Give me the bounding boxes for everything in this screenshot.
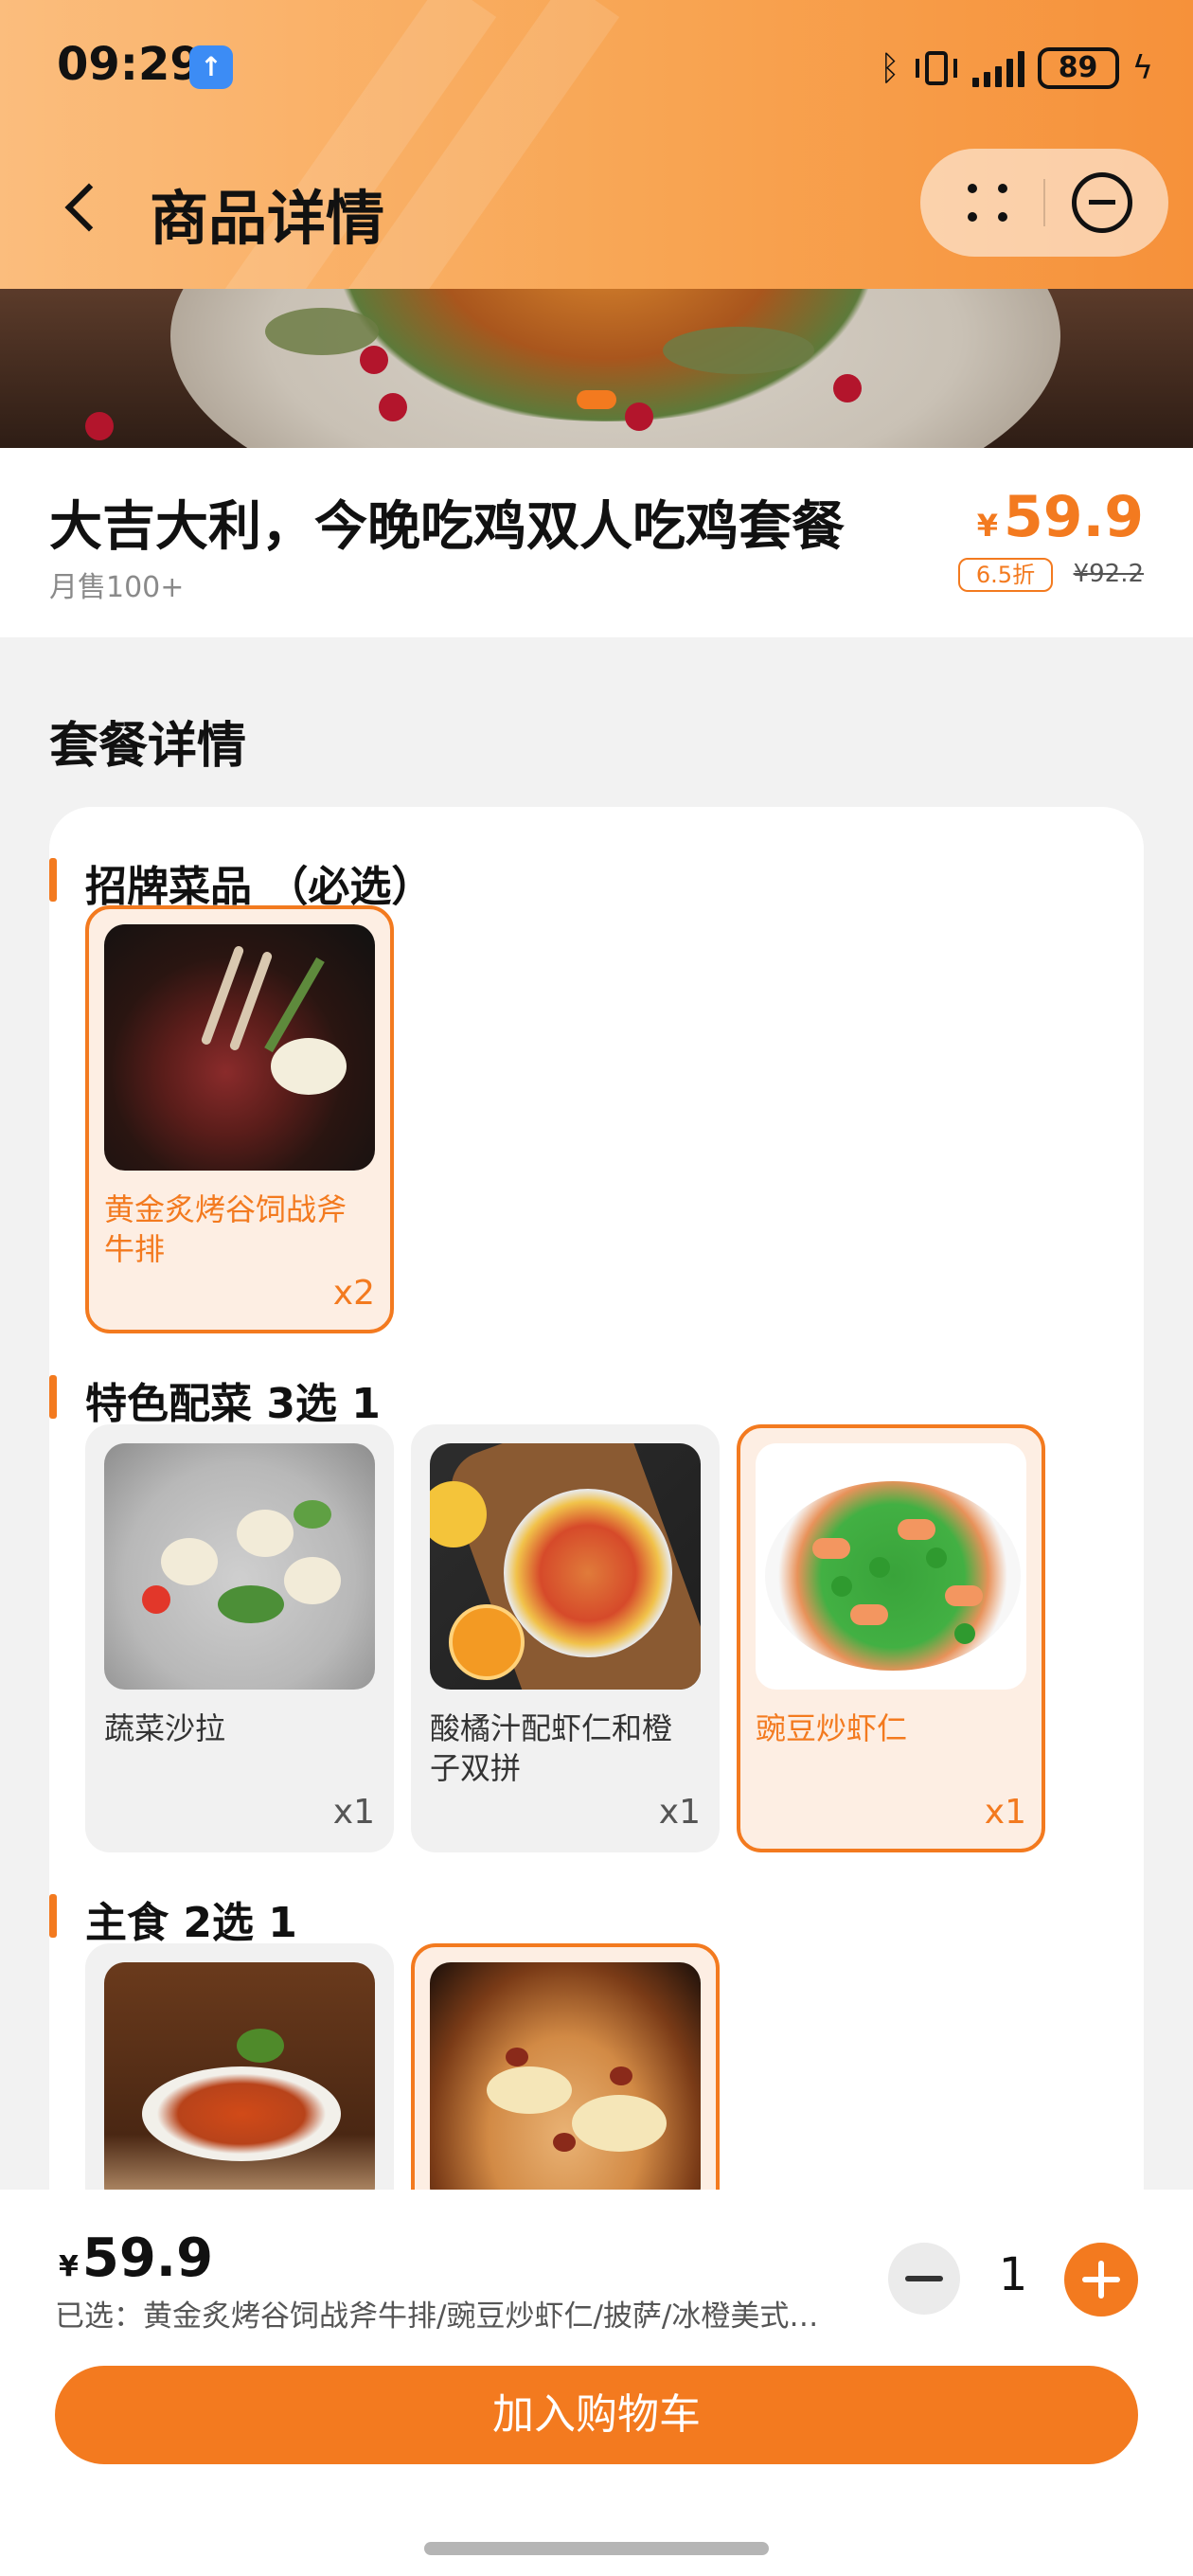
more-dots-icon[interactable] xyxy=(968,184,1009,222)
home-indicator[interactable] xyxy=(424,2542,769,2555)
quantity-value: 1 xyxy=(998,2248,1028,2301)
package-section-title: 套餐详情 xyxy=(49,718,247,775)
discount-badge: 6.5折 xyxy=(958,558,1053,592)
signal-icon xyxy=(971,49,1024,87)
package-item-ceviche[interactable]: 酸橘汁配虾仁和橙子双拼 x1 xyxy=(411,1424,720,1852)
item-qty: x1 xyxy=(658,1793,701,1832)
package-item-pea-shrimp[interactable]: 豌豆炒虾仁 x1 xyxy=(737,1424,1045,1852)
add-to-cart-button[interactable]: 加入购物车 xyxy=(55,2366,1138,2464)
product-info: 大吉大利，今晚吃鸡双人吃鸡套餐 月售100+ ¥59.9 6.5折 ¥92.2 xyxy=(0,448,1193,637)
item-name: 蔬菜沙拉 xyxy=(104,1710,226,1746)
pasta-image xyxy=(104,1962,375,2209)
status-bar: 09:29 ↑ ᛒ 89 ϟ xyxy=(0,0,1193,133)
decrease-quantity-button[interactable] xyxy=(888,2243,960,2315)
hero-berry xyxy=(833,374,862,402)
product-price: ¥59.9 xyxy=(977,484,1144,550)
total-price-value: 59.9 xyxy=(81,2227,214,2289)
status-icons: ᛒ 89 ϟ xyxy=(880,42,1153,95)
item-qty: x2 xyxy=(332,1274,375,1313)
product-name: 大吉大利，今晚吃鸡双人吃鸡套餐 xyxy=(49,496,845,558)
hero-herb xyxy=(663,327,814,374)
pea-shrimp-image xyxy=(756,1443,1026,1690)
hero-berry xyxy=(360,346,388,374)
package-item-steak[interactable]: 黄金炙烤谷饲战斧牛排 x2 xyxy=(85,905,394,1333)
package-card: 招牌菜品 （必选） 黄金炙烤谷饲战斧牛排 x2 特色配菜 3选 1 蔬菜沙拉 x… xyxy=(48,807,1144,2371)
carousel-indicator xyxy=(577,390,616,409)
page-title: 商品详情 xyxy=(150,184,385,253)
ceviche-image xyxy=(430,1443,701,1690)
group-title-sides: 特色配菜 3选 1 xyxy=(49,1369,381,1430)
package-item-salad[interactable]: 蔬菜沙拉 x1 xyxy=(85,1424,394,1852)
hero-berry xyxy=(379,393,407,421)
mini-program-capsule xyxy=(920,149,1168,257)
original-price: ¥92.2 xyxy=(1073,560,1144,588)
capsule-divider xyxy=(1043,179,1045,226)
monthly-sales: 月售100+ xyxy=(49,571,185,604)
steak-image xyxy=(104,924,375,1171)
close-circle-icon[interactable] xyxy=(1072,172,1132,233)
item-name: 黄金炙烤谷饲战斧牛排 xyxy=(104,1191,347,1267)
back-arrow-icon[interactable] xyxy=(59,175,100,242)
pizza-image xyxy=(430,1962,701,2209)
selected-summary: 已选：黄金炙烤谷饲战斧牛排/豌豆炒虾仁/披萨/冰橙美式… xyxy=(55,2299,819,2334)
salad-image xyxy=(104,1443,375,1690)
hero-berry xyxy=(85,412,114,440)
battery-icon: 89 xyxy=(1037,47,1119,89)
charging-icon: ϟ xyxy=(1131,49,1153,87)
hero-herb xyxy=(265,308,379,355)
currency-symbol: ¥ xyxy=(59,2250,79,2283)
header: 09:29 ↑ ᛒ 89 ϟ 商品详情 xyxy=(0,0,1193,289)
group-title-signature: 招牌菜品 （必选） xyxy=(48,852,433,913)
item-name: 酸橘汁配虾仁和橙子双拼 xyxy=(430,1710,673,1786)
vibrate-icon xyxy=(914,49,959,87)
item-name: 豌豆炒虾仁 xyxy=(756,1710,908,1746)
bluetooth-icon: ᛒ xyxy=(879,48,900,88)
total-price: ¥59.9 xyxy=(59,2227,213,2289)
status-time: 09:29 xyxy=(57,38,202,91)
hero-berry xyxy=(625,402,653,431)
currency-symbol: ¥ xyxy=(976,508,998,544)
bottom-bar: ¥59.9 已选：黄金炙烤谷饲战斧牛排/豌豆炒虾仁/披萨/冰橙美式… 1 加入购… xyxy=(0,2190,1193,2576)
upload-arrow-icon: ↑ xyxy=(189,45,233,89)
item-qty: x1 xyxy=(332,1793,375,1832)
product-hero-image[interactable] xyxy=(0,289,1193,448)
price-value: 59.9 xyxy=(1003,484,1144,550)
item-qty: x1 xyxy=(984,1793,1026,1832)
increase-quantity-button[interactable] xyxy=(1064,2243,1138,2317)
group-title-staple: 主食 2选 1 xyxy=(49,1888,297,1949)
